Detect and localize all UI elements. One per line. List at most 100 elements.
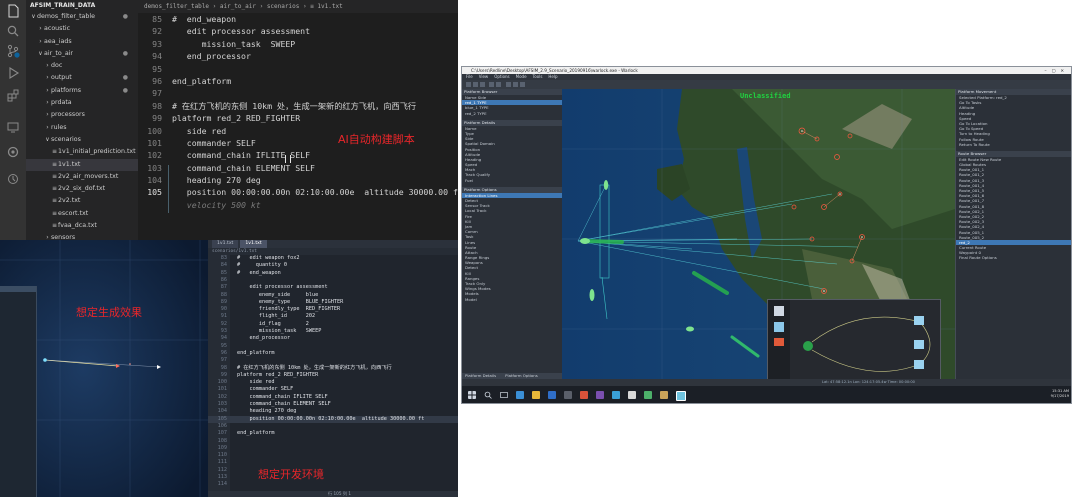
simulation-map-view[interactable]: 想定生成效果 (0, 240, 208, 497)
code-line[interactable]: 98 # 在红方飞机的东侧 10km 处，生成一架新的红方飞机，向西飞行 (208, 365, 458, 372)
tree-item[interactable]: › acoustic (26, 23, 138, 35)
mail-icon[interactable] (548, 391, 556, 399)
menu-item[interactable]: Mode (516, 74, 527, 79)
app-icon[interactable] (628, 391, 636, 399)
tree-item[interactable]: ∨air_to_air ● (26, 48, 138, 60)
code-line[interactable]: 84 # quantity 0 (208, 262, 458, 269)
tree-item[interactable]: ≡1v1_initial_prediction.txt (26, 146, 138, 158)
code-line[interactable]: 85 # end_weapon (138, 13, 458, 25)
folder-icon[interactable] (532, 391, 540, 399)
code-line[interactable]: 113 (208, 474, 458, 481)
breadcrumb[interactable]: demos_filter_table › air_to_air › scenar… (138, 0, 458, 13)
tree-item[interactable]: ≡2v2_six_dof.txt (26, 183, 138, 195)
extensions-icon[interactable] (6, 88, 20, 102)
tree-item[interactable]: ≡fvaa_dca.txt (26, 220, 138, 232)
code-line[interactable]: 112 (208, 467, 458, 474)
code-line[interactable]: 108 (208, 438, 458, 445)
code-line[interactable]: 109 (208, 445, 458, 452)
tree-item[interactable]: › doc (26, 60, 138, 72)
store-icon[interactable] (564, 391, 572, 399)
app-icon[interactable] (660, 391, 668, 399)
code-line[interactable]: 89 enemy_type BLUE_FIGHTER (208, 299, 458, 306)
window-controls[interactable]: –▢✕ (1044, 67, 1069, 74)
code-line[interactable]: 93 mission_task SWEEP (208, 328, 458, 335)
app-icon[interactable] (644, 391, 652, 399)
code-line[interactable]: 97 (208, 357, 458, 364)
code-line[interactable]: 86 (208, 277, 458, 284)
task-view-icon[interactable] (500, 391, 508, 399)
code-line[interactable]: 95 (208, 343, 458, 350)
tree-item[interactable]: › sensors (26, 232, 138, 240)
panel-row[interactable]: Final Route Options (956, 255, 1071, 260)
tab-1v1-a[interactable]: 1v1.txt (212, 240, 239, 248)
remote-icon[interactable] (6, 120, 20, 134)
app-icon[interactable] (580, 391, 588, 399)
tree-item[interactable]: ≡1v1.txt (26, 158, 138, 171)
tree-item[interactable]: › rules (26, 122, 138, 134)
menu-item[interactable]: Help (548, 74, 557, 79)
code-line[interactable]: 107 end_platform (208, 430, 458, 437)
app-icon[interactable] (612, 391, 620, 399)
code-line[interactable]: 99 platform red_2 RED_FIGHTER (138, 112, 458, 124)
tree-item[interactable]: ∨scenarios (26, 134, 138, 146)
code-line[interactable]: 105 position 00:00:00.00n 02:10:00.00e a… (138, 186, 458, 198)
tree-item[interactable]: ≡2v2.txt (26, 195, 138, 207)
docker-icon[interactable] (6, 145, 20, 159)
code-line[interactable]: 94 end_processor (138, 50, 458, 62)
tab-1v1-b[interactable]: 1v1.txt (240, 240, 267, 248)
files-icon[interactable] (6, 4, 20, 18)
code-line[interactable]: 110 (208, 452, 458, 459)
tree-item[interactable]: › prdata (26, 97, 138, 109)
panel-tab[interactable]: Platform Options (505, 373, 538, 378)
code-line[interactable]: 97 (138, 87, 458, 99)
code-line[interactable]: 92 id_flag 2 (208, 321, 458, 328)
tree-item[interactable]: › output ● (26, 72, 138, 84)
code-line[interactable]: 105 position 00:00:00.00n 02:10:00.00e a… (208, 415, 458, 423)
minimap-overlay[interactable] (767, 299, 941, 379)
system-clock[interactable]: 15:31 AM 9/17/2019 (1051, 389, 1069, 399)
code-line[interactable]: 98 # 在红方飞机的东侧 10km 处，生成一架新的红方飞机，向西飞行 (138, 100, 458, 112)
code-line[interactable]: 99 platform red_2 RED_FIGHTER (208, 372, 458, 379)
code-line[interactable]: 93 mission_task SWEEP (138, 38, 458, 50)
code-line[interactable]: 106 (208, 423, 458, 430)
panel-row[interactable]: Return To Route (956, 142, 1071, 147)
search-icon[interactable] (484, 391, 492, 399)
tree-item[interactable]: › platforms ● (26, 85, 138, 97)
code-line[interactable]: 114 (208, 481, 458, 488)
code-line[interactable]: 102 command_chain IFLITE SELF (138, 149, 458, 161)
code-line[interactable]: 95 (138, 63, 458, 75)
code-line[interactable]: 90 friendly_type RED_FIGHTER (208, 306, 458, 313)
menu-item[interactable]: File (466, 74, 473, 79)
code-line[interactable]: 104 heading 270 deg (138, 174, 458, 186)
tree-item[interactable]: › aea_iads (26, 36, 138, 48)
code-line[interactable]: 101 commander SELF (208, 386, 458, 393)
menu-item[interactable]: View (479, 74, 489, 79)
tree-item[interactable]: › processors (26, 109, 138, 121)
run-debug-icon[interactable] (6, 66, 20, 80)
windows-start-icon[interactable] (468, 391, 476, 399)
code-line[interactable]: 100 side red (208, 379, 458, 386)
code-line[interactable]: 96 end_platform (138, 75, 458, 87)
warlock-icon[interactable] (676, 391, 686, 401)
code-line[interactable]: 94 end_processor (208, 335, 458, 342)
timeline-icon[interactable] (6, 172, 20, 186)
browser-icon[interactable] (516, 391, 524, 399)
tree-item[interactable]: ≡escort.txt (26, 208, 138, 220)
code-line[interactable]: 92 edit processor assessment (138, 25, 458, 37)
toolbar-buttons[interactable] (462, 80, 1072, 89)
search-icon[interactable] (6, 24, 20, 38)
code-line[interactable]: 111 (208, 459, 458, 466)
code-line[interactable]: 103 command_chain ELEMENT SELF (138, 162, 458, 174)
source-control-icon[interactable] (6, 44, 20, 58)
menu-item[interactable]: Tools (533, 74, 543, 79)
code-line[interactable]: 104 heading 270 deg (208, 408, 458, 415)
code-line[interactable]: 102 command_chain IFLITE SELF (208, 394, 458, 401)
tree-item[interactable]: ∨demos_filter_table ● (26, 11, 138, 23)
code-line[interactable]: 83 # edit weapon fox2 (208, 255, 458, 262)
panel-tab[interactable]: Platform Details (465, 373, 496, 378)
code-line[interactable]: 103 command_chain ELEMENT SELF (208, 401, 458, 408)
tree-item[interactable]: ≡2v2_air_movers.txt (26, 171, 138, 183)
code-line[interactable]: 87 edit processor assessment (208, 284, 458, 291)
code-line[interactable]: 88 enemy_side blue (208, 292, 458, 299)
menu-item[interactable]: Options (494, 74, 509, 79)
